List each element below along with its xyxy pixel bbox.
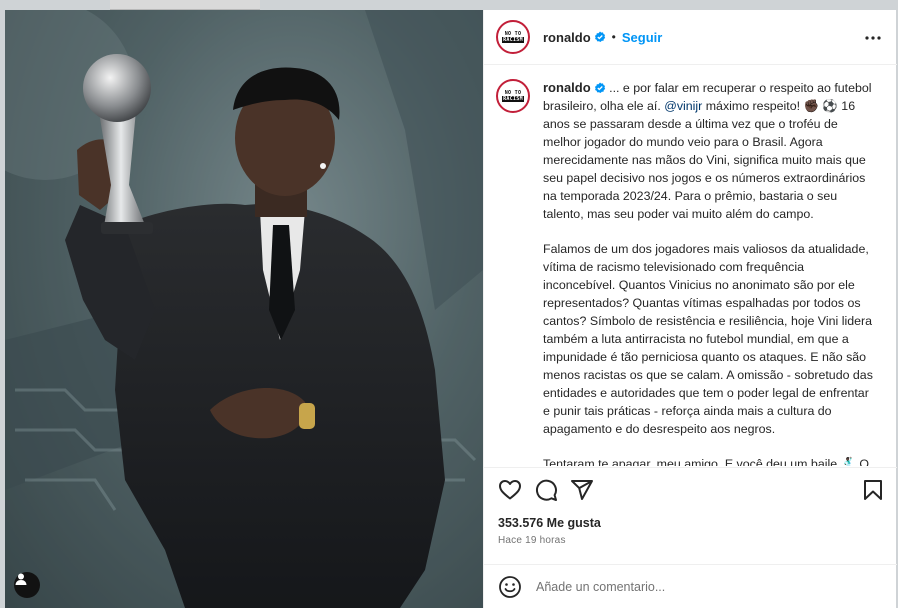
verified-badge-icon	[594, 82, 605, 93]
caption-scroll-area[interactable]: NO TO RACISM ronaldo ... e por falar em …	[484, 66, 897, 466]
header-username[interactable]: ronaldo	[543, 30, 591, 45]
caption-text-1c: 16 anos se passaram desde a última vez q…	[543, 99, 866, 221]
bookmark-icon[interactable]	[861, 478, 885, 502]
caption-paragraph-2: Falamos de um dos jogadores mais valioso…	[543, 242, 873, 436]
header-separator: •	[611, 30, 616, 44]
emoji-icon[interactable]	[498, 575, 522, 599]
verified-badge-icon	[594, 31, 605, 42]
caption-paragraph-3: Tentaram te apagar, meu amigo. E você de…	[543, 455, 873, 466]
tagged-users-button[interactable]	[14, 572, 40, 598]
caption-text-3a: Tentaram te apagar, meu amigo. E você de…	[543, 457, 841, 466]
post-caption: ronaldo ... e por falar em recuperar o r…	[543, 79, 873, 466]
likes-count[interactable]: 353.576 Me gusta	[498, 516, 601, 530]
comment-icon[interactable]	[534, 478, 558, 502]
post-details-panel: NO TO RACISM ronaldo • Seguir NO TO RACI…	[483, 10, 897, 608]
action-bar	[484, 467, 897, 509]
comment-bar	[484, 564, 897, 608]
follow-button[interactable]: Seguir	[622, 30, 662, 45]
share-icon[interactable]	[570, 478, 594, 502]
caption-text-1b: máximo respeito!	[702, 99, 804, 113]
more-options-button[interactable]	[863, 28, 883, 48]
user-tags-icon	[15, 573, 27, 585]
fist-emoji: ✊🏿	[803, 98, 819, 113]
comment-input[interactable]	[536, 579, 836, 594]
heart-icon[interactable]	[498, 478, 522, 502]
caption-username[interactable]: ronaldo	[543, 80, 591, 95]
no-to-racism-logo[interactable]: NO TO RACISM	[496, 79, 530, 113]
soccer-ball-emoji: ⚽	[822, 98, 838, 113]
post-timestamp[interactable]: Hace 19 horas	[498, 535, 566, 546]
caption-paragraph-1: ronaldo ... e por falar em recuperar o r…	[543, 79, 873, 223]
more-options-icon	[865, 36, 881, 40]
mention-link[interactable]: @vinijr	[664, 99, 702, 113]
background-strip	[110, 0, 260, 10]
post-photo-illustration	[5, 10, 483, 608]
no-to-racism-logo[interactable]: NO TO RACISM	[496, 20, 530, 54]
post-photo[interactable]	[5, 10, 483, 608]
dancer-emoji: 🕺🏿	[840, 456, 856, 466]
caption-row: NO TO RACISM ronaldo ... e por falar em …	[484, 66, 897, 466]
post-header: NO TO RACISM ronaldo • Seguir	[484, 10, 897, 65]
